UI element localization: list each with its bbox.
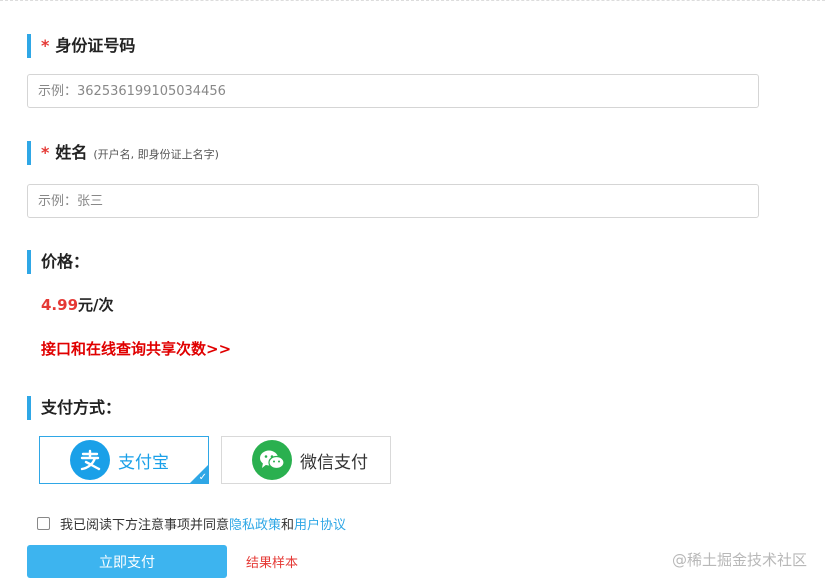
agreement-row: 我已阅读下方注意事项并同意 隐私政策和用户协议: [37, 514, 346, 533]
price-display: 4.99元/次: [41, 294, 114, 315]
required-mark: *: [41, 143, 50, 162]
payment-label: 支付方式：: [41, 398, 122, 417]
id-number-title: * 身份证号码: [27, 34, 135, 58]
id-number-label: 身份证号码: [55, 36, 136, 55]
agreement-checkbox[interactable]: [37, 517, 50, 530]
name-hint: (开户名, 即身份证上名字): [93, 148, 219, 161]
wechat-icon: [252, 440, 292, 480]
top-divider: [0, 0, 825, 1]
name-input[interactable]: [27, 184, 759, 218]
alipay-option[interactable]: 支付宝 ✓: [39, 436, 209, 484]
privacy-policy-link[interactable]: 隐私政策: [229, 514, 281, 533]
shared-quota-link[interactable]: 接口和在线查询共享次数>>: [41, 338, 231, 359]
name-label: 姓名: [55, 143, 88, 162]
alipay-label: 支付宝: [118, 452, 169, 473]
wechat-pay-option[interactable]: 微信支付: [221, 436, 391, 484]
price-unit: 元/次: [78, 296, 114, 314]
result-sample-link[interactable]: 结果样本: [246, 552, 298, 571]
agreement-text: 我已阅读下方注意事项并同意: [60, 518, 230, 533]
pay-now-button[interactable]: 立即支付: [27, 545, 227, 578]
agreement-conjunction: 和: [281, 518, 295, 533]
watermark: @稀土掘金技术社区: [671, 551, 807, 569]
price-label: 价格：: [41, 252, 90, 271]
alipay-icon: [70, 440, 110, 480]
price-amount: 4.99: [41, 296, 79, 314]
price-title: 价格：: [27, 250, 89, 274]
id-number-input[interactable]: [27, 74, 759, 108]
payment-title: 支付方式：: [27, 396, 121, 420]
required-mark: *: [41, 36, 50, 55]
checkmark-icon: ✓: [198, 472, 207, 483]
wechat-pay-label: 微信支付: [300, 452, 368, 473]
name-title: * 姓名 (开户名, 即身份证上名字): [27, 141, 219, 165]
user-agreement-link[interactable]: 用户协议: [294, 514, 346, 533]
